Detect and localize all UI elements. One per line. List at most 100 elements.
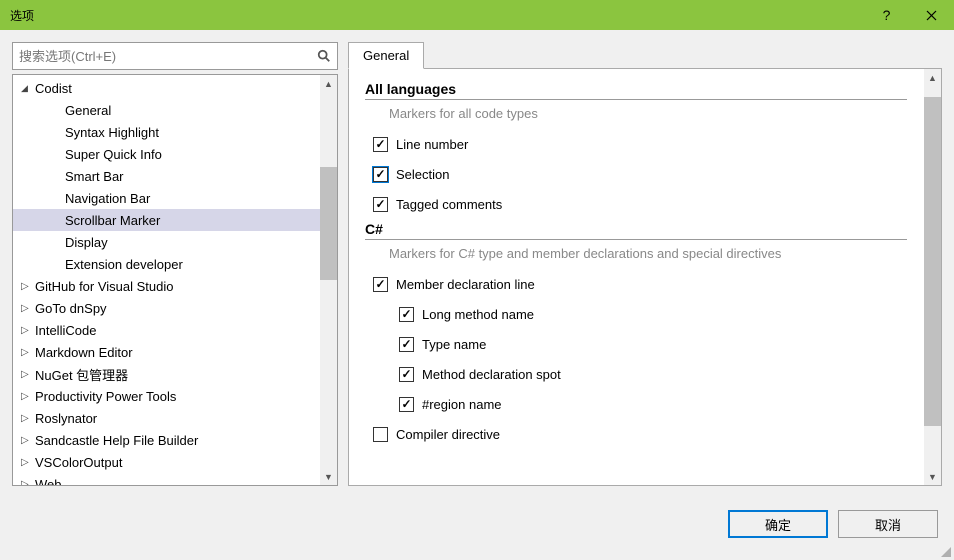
tree-item[interactable]: ▷Smart Bar bbox=[13, 165, 337, 187]
tree-item[interactable]: ▷Navigation Bar bbox=[13, 187, 337, 209]
resize-grip[interactable] bbox=[939, 545, 951, 557]
checkbox-row: Member declaration line bbox=[365, 269, 925, 299]
tree-item-label: Navigation Bar bbox=[65, 191, 150, 206]
expand-icon[interactable]: ▷ bbox=[21, 413, 35, 424]
section-header: C# bbox=[365, 221, 907, 240]
expand-icon[interactable]: ▷ bbox=[21, 303, 35, 314]
expand-icon[interactable]: ▷ bbox=[21, 347, 35, 358]
search-box[interactable] bbox=[12, 42, 338, 70]
checkbox-row: Selection bbox=[365, 159, 925, 189]
scroll-up-icon[interactable]: ▲ bbox=[924, 69, 941, 86]
checkbox-row: Tagged comments bbox=[365, 189, 925, 219]
tree-item[interactable]: ▷GitHub for Visual Studio bbox=[13, 275, 337, 297]
checkbox-label[interactable]: Long method name bbox=[422, 307, 534, 322]
expand-icon[interactable]: ▷ bbox=[21, 325, 35, 336]
checkbox-label[interactable]: Line number bbox=[396, 137, 468, 152]
checkbox-label[interactable]: Compiler directive bbox=[396, 427, 500, 442]
close-icon bbox=[926, 10, 937, 21]
checkbox[interactable] bbox=[399, 397, 414, 412]
tree-item-label: GoTo dnSpy bbox=[35, 301, 107, 316]
checkbox-row: Long method name bbox=[365, 299, 925, 329]
ok-button[interactable]: 确定 bbox=[728, 510, 828, 538]
tree-item-label: NuGet 包管理器 bbox=[35, 365, 128, 384]
checkbox[interactable] bbox=[399, 367, 414, 382]
section-header: All languages bbox=[365, 81, 907, 100]
expand-icon[interactable]: ▷ bbox=[21, 457, 35, 468]
tree-item-label: IntelliCode bbox=[35, 323, 96, 338]
checkbox-label[interactable]: #region name bbox=[422, 397, 502, 412]
dialog-buttons: 确定 取消 bbox=[0, 498, 954, 538]
window-title: 选项 bbox=[10, 7, 864, 24]
expand-icon[interactable]: ▷ bbox=[21, 435, 35, 446]
tree-item-label: Display bbox=[65, 235, 108, 250]
tree-item[interactable]: ▷Syntax Highlight bbox=[13, 121, 337, 143]
checkbox-label[interactable]: Member declaration line bbox=[396, 277, 535, 292]
tab-general[interactable]: General bbox=[348, 42, 424, 69]
tree-item[interactable]: ▷GoTo dnSpy bbox=[13, 297, 337, 319]
tree-item-label: Scrollbar Marker bbox=[65, 213, 160, 228]
tree-item[interactable]: ▷General bbox=[13, 99, 337, 121]
content-scrollbar[interactable]: ▲ ▼ bbox=[924, 69, 941, 485]
expand-icon[interactable]: ▷ bbox=[21, 281, 35, 292]
checkbox[interactable] bbox=[399, 337, 414, 352]
tree-item[interactable]: ▷Extension developer bbox=[13, 253, 337, 275]
help-button[interactable]: ? bbox=[864, 0, 909, 30]
section-description: Markers for C# type and member declarati… bbox=[365, 246, 925, 261]
tree-item-label: Super Quick Info bbox=[65, 147, 162, 162]
tree-item-label: VSColorOutput bbox=[35, 455, 122, 470]
titlebar: 选项 ? bbox=[0, 0, 954, 30]
checkbox-label[interactable]: Method declaration spot bbox=[422, 367, 561, 382]
search-input[interactable] bbox=[19, 49, 317, 64]
tree-item-label: Extension developer bbox=[65, 257, 183, 272]
expand-icon[interactable]: ▷ bbox=[21, 479, 35, 487]
tree-item-label: General bbox=[65, 103, 111, 118]
close-button[interactable] bbox=[909, 0, 954, 30]
scroll-down-icon[interactable]: ▼ bbox=[924, 468, 941, 485]
checkbox-row: Type name bbox=[365, 329, 925, 359]
tree-item[interactable]: ▷Sandcastle Help File Builder bbox=[13, 429, 337, 451]
expand-icon[interactable]: ▷ bbox=[21, 391, 35, 402]
expand-icon[interactable]: ▷ bbox=[21, 369, 35, 380]
tree-item-label: Markdown Editor bbox=[35, 345, 133, 360]
scroll-thumb[interactable] bbox=[320, 167, 337, 280]
checkbox[interactable] bbox=[373, 137, 388, 152]
tree-item[interactable]: ▷Productivity Power Tools bbox=[13, 385, 337, 407]
tree-item[interactable]: ◢Codist bbox=[13, 77, 337, 99]
tree-scrollbar[interactable]: ▲ ▼ bbox=[320, 75, 337, 485]
scroll-thumb[interactable] bbox=[924, 97, 941, 426]
collapse-icon[interactable]: ◢ bbox=[21, 83, 35, 94]
checkbox-row: Compiler directive bbox=[365, 419, 925, 449]
scroll-down-icon[interactable]: ▼ bbox=[320, 468, 337, 485]
tree-item[interactable]: ▷VSColorOutput bbox=[13, 451, 337, 473]
checkbox[interactable] bbox=[373, 167, 388, 182]
tree-item[interactable]: ▷Web bbox=[13, 473, 337, 486]
tree-item-label: Syntax Highlight bbox=[65, 125, 159, 140]
tree-item[interactable]: ▷Display bbox=[13, 231, 337, 253]
section-description: Markers for all code types bbox=[365, 106, 925, 121]
tree-item[interactable]: ▷Scrollbar Marker bbox=[13, 209, 337, 231]
tree-item[interactable]: ▷Super Quick Info bbox=[13, 143, 337, 165]
checkbox[interactable] bbox=[399, 307, 414, 322]
checkbox-label[interactable]: Tagged comments bbox=[396, 197, 502, 212]
search-icon bbox=[317, 49, 331, 63]
tree-item-label: Productivity Power Tools bbox=[35, 389, 176, 404]
checkbox[interactable] bbox=[373, 277, 388, 292]
options-tree[interactable]: ◢Codist▷General▷Syntax Highlight▷Super Q… bbox=[12, 74, 338, 486]
tree-item-label: GitHub for Visual Studio bbox=[35, 279, 174, 294]
checkbox[interactable] bbox=[373, 427, 388, 442]
cancel-button[interactable]: 取消 bbox=[838, 510, 938, 538]
checkbox-label[interactable]: Selection bbox=[396, 167, 449, 182]
tree-item-label: Smart Bar bbox=[65, 169, 124, 184]
tree-item[interactable]: ▷Markdown Editor bbox=[13, 341, 337, 363]
checkbox-row: #region name bbox=[365, 389, 925, 419]
checkbox-label[interactable]: Type name bbox=[422, 337, 486, 352]
checkbox-row: Line number bbox=[365, 129, 925, 159]
tree-item-label: Roslynator bbox=[35, 411, 97, 426]
checkbox[interactable] bbox=[373, 197, 388, 212]
scroll-up-icon[interactable]: ▲ bbox=[320, 75, 337, 92]
tree-item[interactable]: ▷IntelliCode bbox=[13, 319, 337, 341]
tree-item[interactable]: ▷Roslynator bbox=[13, 407, 337, 429]
tab-strip: General bbox=[348, 42, 942, 68]
tree-item[interactable]: ▷NuGet 包管理器 bbox=[13, 363, 337, 385]
tree-item-label: Codist bbox=[35, 81, 72, 96]
